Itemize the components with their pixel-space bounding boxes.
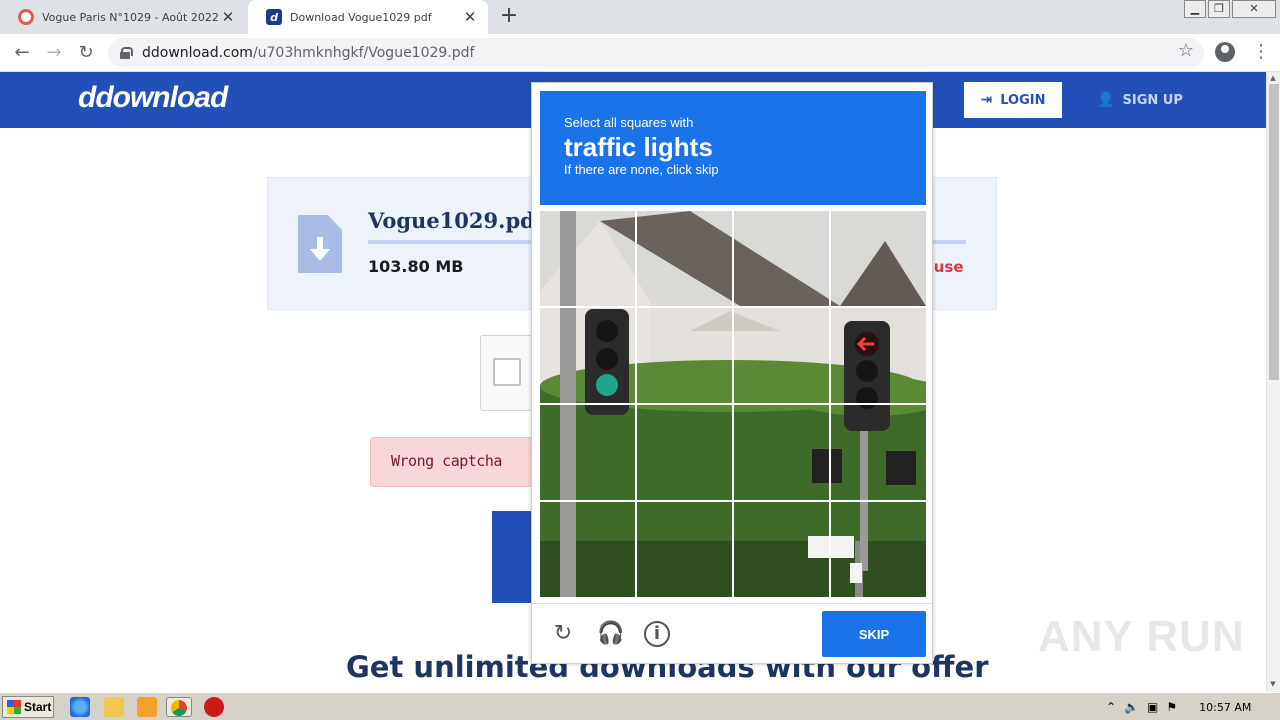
recaptcha-checkbox[interactable] [493, 358, 521, 386]
challenge-prompt-post: If there are none, click skip [564, 162, 719, 177]
address-bar[interactable]: ddownload.com/u703hmknhgkf/Vogue1029.pdf… [108, 38, 1204, 68]
challenge-tile-14[interactable] [637, 502, 732, 597]
tab-vogue-paris[interactable]: Vogue Paris N°1029 - Août 2022 » Tε ✕ [0, 0, 246, 34]
challenge-tile-2[interactable] [637, 211, 732, 306]
challenge-tile-16[interactable] [831, 502, 926, 597]
scrollbar-thumb[interactable] [1269, 84, 1279, 380]
challenge-footer: ↻ 🎧 i SKIP [532, 603, 932, 663]
site-logo[interactable]: ddownload [78, 81, 228, 115]
signup-button[interactable]: 👤 SIGN UP [1090, 82, 1190, 118]
back-arrow-icon[interactable]: ← [10, 41, 34, 65]
url-host: ddownload.com [142, 45, 253, 61]
file-explorer-folder-icon[interactable] [104, 697, 124, 717]
taskbar-clock[interactable]: 10:57 AM [1199, 701, 1251, 714]
challenge-tile-15[interactable] [734, 502, 829, 597]
media-player-icon[interactable] [137, 697, 157, 717]
page-scrollbar[interactable] [1266, 72, 1280, 692]
tab-download-vogue[interactable]: d Download Vogue1029 pdf ✕ [248, 0, 488, 34]
challenge-tile-10[interactable] [637, 405, 732, 500]
start-label: Start [24, 700, 52, 714]
login-icon: ⇥ [980, 92, 993, 108]
challenge-tile-11[interactable] [734, 405, 829, 500]
url-path: /u703hmknhgkf/Vogue1029.pdf [252, 45, 475, 61]
windows-taskbar: Start ⌃ 🔈 ▣ ⚑ 10:57 AM [0, 692, 1280, 720]
close-tab-icon[interactable]: ✕ [220, 8, 236, 26]
tab-title: Vogue Paris N°1029 - Août 2022 » Tε [42, 10, 220, 24]
action-center-flag-icon[interactable]: ⚑ [1166, 700, 1177, 714]
bookmark-star-icon[interactable]: ☆ [1178, 40, 1194, 61]
anyrun-watermark: ANY RUN [1038, 612, 1245, 661]
scroll-down-arrow-icon[interactable]: ▼ [1266, 678, 1280, 690]
challenge-tile-12[interactable] [831, 405, 926, 500]
reload-icon[interactable]: ↻ [74, 41, 98, 65]
minimize-window-icon[interactable]: ▁ [1184, 0, 1206, 18]
login-button[interactable]: ⇥ LOGIN [964, 82, 1062, 118]
info-icon[interactable]: i [644, 621, 670, 647]
challenge-target: traffic lights [564, 132, 713, 162]
tab-title: Download Vogue1029 pdf [290, 10, 432, 24]
network-icon[interactable]: ▣ [1147, 700, 1158, 714]
challenge-tile-9[interactable] [540, 405, 635, 500]
challenge-tile-6[interactable] [637, 308, 732, 403]
file-name: Vogue1029.pdf [368, 208, 544, 233]
browser-menu-icon[interactable]: ⋮ [1252, 42, 1270, 62]
vogue-favicon-icon [18, 9, 34, 25]
challenge-tile-5[interactable] [540, 308, 635, 403]
skip-button[interactable]: SKIP [822, 611, 926, 657]
login-label: LOGIN [1000, 92, 1046, 108]
challenge-tile-1[interactable] [540, 211, 635, 306]
challenge-tile-7[interactable] [734, 308, 829, 403]
challenge-tile-3[interactable] [734, 211, 829, 306]
system-tray: ⌃ 🔈 ▣ ⚑ 10:57 AM [1106, 696, 1278, 718]
opera-icon[interactable] [204, 697, 224, 717]
forward-arrow-icon[interactable]: → [42, 41, 66, 65]
challenge-tile-13[interactable] [540, 502, 635, 597]
chrome-taskbar-icon[interactable] [166, 697, 192, 717]
url-text: ddownload.com/u703hmknhgkf/Vogue1029.pdf [142, 45, 474, 61]
lock-icon[interactable] [120, 47, 133, 59]
add-user-icon: 👤 [1097, 92, 1115, 108]
browser-toolbar: ← → ↻ ddownload.com/u703hmknhgkf/Vogue10… [0, 34, 1280, 72]
recaptcha-challenge-dialog: Select all squares with traffic lights I… [531, 82, 933, 664]
ddownload-favicon-icon: d [266, 9, 282, 25]
challenge-tile-8[interactable] [831, 308, 926, 403]
wrong-captcha-alert: Wrong captcha [370, 437, 540, 487]
file-size: 103.80 MB [368, 257, 464, 276]
challenge-header: Select all squares with traffic lights I… [540, 91, 926, 205]
windows-flag-icon [7, 700, 21, 714]
challenge-tile-4[interactable] [831, 211, 926, 306]
challenge-prompt-pre: Select all squares with [564, 115, 694, 130]
signup-label: SIGN UP [1122, 92, 1183, 108]
close-window-icon[interactable]: ✕ [1232, 0, 1276, 18]
reload-challenge-icon[interactable]: ↻ [550, 621, 576, 647]
scroll-up-arrow-icon[interactable]: ▲ [1266, 72, 1280, 84]
close-tab-icon[interactable]: ✕ [462, 8, 478, 26]
new-tab-icon[interactable]: + [498, 5, 520, 29]
profile-avatar-icon[interactable] [1215, 42, 1235, 62]
volume-icon[interactable]: 🔈 [1124, 700, 1139, 714]
audio-challenge-headphones-icon[interactable]: 🎧 [597, 621, 624, 647]
tray-expand-icon[interactable]: ⌃ [1106, 700, 1116, 714]
browser-tab-strip: Vogue Paris N°1029 - Août 2022 » Tε ✕ d … [0, 0, 1280, 34]
file-download-icon [298, 215, 342, 273]
restore-window-icon[interactable]: ❐ [1208, 0, 1230, 18]
start-button[interactable]: Start [2, 696, 54, 718]
internet-explorer-icon[interactable] [70, 697, 90, 717]
challenge-image-grid [540, 211, 926, 597]
